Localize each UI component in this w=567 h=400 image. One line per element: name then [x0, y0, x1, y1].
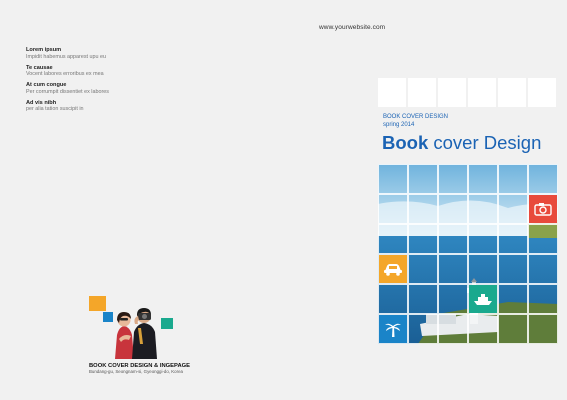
note-item: Lorem ipsum Impidit habemus apparest upu…	[26, 47, 186, 60]
notes-list: Lorem ipsum Impidit habemus apparest upu…	[26, 47, 186, 117]
note-item: Te causae Vocent labores erroribus ex me…	[26, 65, 186, 78]
note-item: Ad vis nibh per alia tation suscipit in	[26, 100, 186, 113]
note-text: per alia tation suscipit in	[26, 106, 84, 112]
people-photo	[89, 296, 179, 360]
teal-square	[161, 318, 173, 329]
ship-icon	[469, 285, 497, 313]
note-text: Vocent labores erroribus ex mea	[26, 71, 104, 77]
man-figure	[132, 308, 157, 359]
cover-photo	[378, 164, 558, 344]
cover-season: spring 2014	[383, 122, 415, 128]
cover-title-rest: cover Design	[433, 132, 542, 153]
note-text: Per corrumpit dissentiet ex labores	[26, 88, 109, 95]
white-box	[438, 78, 466, 107]
website-url: www.yourwebsite.com	[319, 24, 386, 31]
white-box	[468, 78, 496, 107]
white-box	[378, 78, 406, 107]
note-item: At cum congue Per corrumpit dissentiet e…	[26, 82, 186, 95]
back-cover-info: BOOK COVER DESIGN & INGEPAGE Bundang-gu,…	[89, 363, 190, 374]
orange-square	[89, 296, 106, 311]
back-cover-address: Bundang-gu, Seongnam-si, Gyeonggi-do, Ko…	[89, 369, 183, 374]
car-icon	[379, 255, 407, 283]
note-text: Impidit habemus apparest upu eu	[26, 53, 107, 60]
cover-title-bold: Book	[382, 132, 429, 153]
white-box	[528, 78, 556, 107]
cover-title: Book cover Design	[382, 132, 541, 154]
white-box	[498, 78, 526, 107]
white-box	[408, 78, 436, 107]
palm-tree-icon	[379, 315, 407, 343]
cover-label: BOOK COVER DESIGN	[383, 114, 449, 120]
top-box-row	[378, 78, 556, 107]
camera-icon	[529, 195, 557, 223]
